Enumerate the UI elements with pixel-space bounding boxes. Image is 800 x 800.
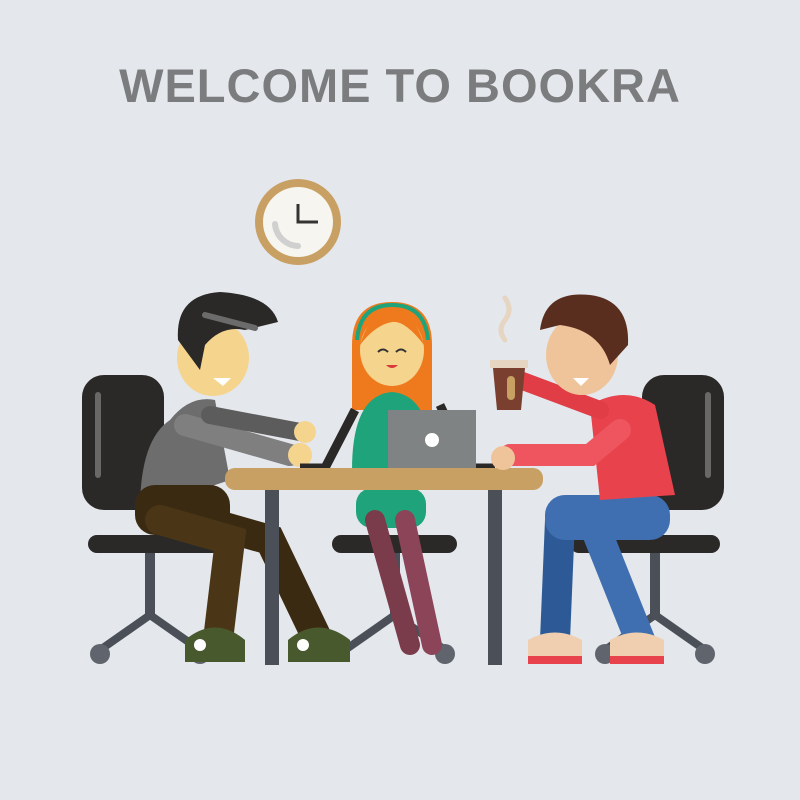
coffee-cup-icon — [490, 295, 528, 410]
laptop-icon — [300, 403, 495, 473]
clock-icon — [255, 179, 341, 265]
office-illustration — [82, 179, 724, 665]
